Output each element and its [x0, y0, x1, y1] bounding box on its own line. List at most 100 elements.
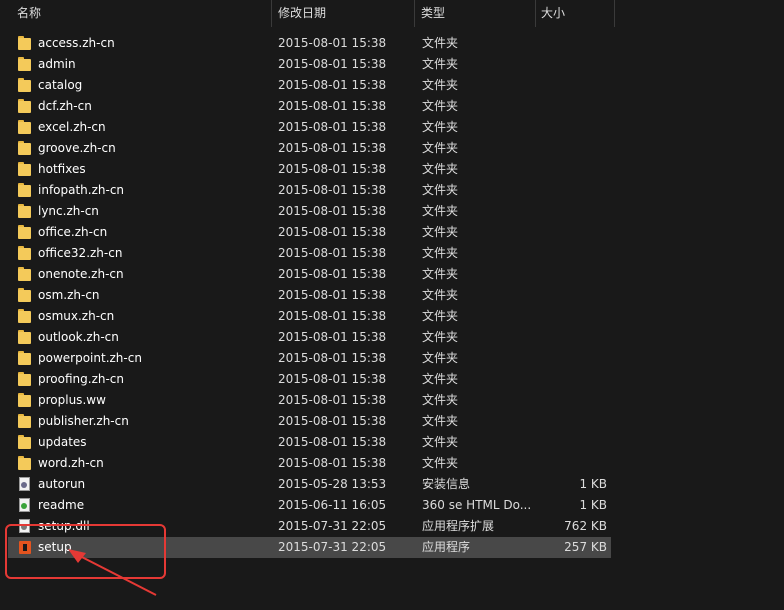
file-name: excel.zh-cn — [38, 120, 106, 134]
file-type: 文件夹 — [422, 120, 459, 134]
folder-row[interactable]: office.zh-cn 2015-08-01 15:38 文件夹 — [8, 222, 611, 243]
folder-icon — [18, 57, 32, 72]
file-size — [541, 180, 607, 201]
folder-row[interactable]: dcf.zh-cn 2015-08-01 15:38 文件夹 — [8, 96, 611, 117]
file-name: osmux.zh-cn — [38, 309, 115, 323]
file-size — [541, 222, 607, 243]
file-name: hotfixes — [38, 162, 86, 176]
folder-row[interactable]: onenote.zh-cn 2015-08-01 15:38 文件夹 — [8, 264, 611, 285]
file-modified-date: 2015-08-01 15:38 — [278, 414, 387, 428]
file-type: 文件夹 — [422, 372, 459, 386]
file-row[interactable]: readme 2015-06-11 16:05 360 se HTML Do... 1… — [8, 495, 611, 516]
file-name: powerpoint.zh-cn — [38, 351, 142, 365]
file-size — [541, 159, 607, 180]
folder-row[interactable]: powerpoint.zh-cn 2015-08-01 15:38 文件夹 — [8, 348, 611, 369]
file-size — [541, 264, 607, 285]
file-name: updates — [38, 435, 87, 449]
folder-row[interactable]: proplus.ww 2015-08-01 15:38 文件夹 — [8, 390, 611, 411]
folder-row[interactable]: publisher.zh-cn 2015-08-01 15:38 文件夹 — [8, 411, 611, 432]
file-modified-date: 2015-08-01 15:38 — [278, 330, 387, 344]
folder-row[interactable]: outlook.zh-cn 2015-08-01 15:38 文件夹 — [8, 327, 611, 348]
file-name: word.zh-cn — [38, 456, 104, 470]
file-name: outlook.zh-cn — [38, 330, 119, 344]
file-type: 文件夹 — [422, 246, 459, 260]
folder-icon — [18, 99, 32, 114]
file-modified-date: 2015-08-01 15:38 — [278, 141, 387, 155]
annotation-arrow-icon — [68, 549, 157, 596]
column-header-size[interactable]: 大小 — [541, 0, 565, 27]
column-divider[interactable] — [614, 0, 615, 27]
folder-icon — [18, 330, 32, 345]
folder-icon — [18, 414, 32, 429]
file-type: 文件夹 — [422, 204, 459, 218]
folder-icon — [18, 120, 32, 135]
file-type: 文件夹 — [422, 393, 459, 407]
folder-icon — [18, 309, 32, 324]
folder-row[interactable]: lync.zh-cn 2015-08-01 15:38 文件夹 — [8, 201, 611, 222]
folder-row[interactable]: catalog 2015-08-01 15:38 文件夹 — [8, 75, 611, 96]
file-modified-date: 2015-08-01 15:38 — [278, 456, 387, 470]
file-modified-date: 2015-07-31 22:05 — [278, 540, 387, 554]
folder-icon — [18, 183, 32, 198]
file-modified-date: 2015-08-01 15:38 — [278, 288, 387, 302]
setup-info-icon — [18, 477, 32, 492]
file-type: 文件夹 — [422, 351, 459, 365]
folder-row[interactable]: osmux.zh-cn 2015-08-01 15:38 文件夹 — [8, 306, 611, 327]
file-size — [541, 432, 607, 453]
folder-icon — [18, 288, 32, 303]
column-header-name[interactable]: 名称 — [17, 0, 41, 27]
file-modified-date: 2015-07-31 22:05 — [278, 519, 387, 533]
file-name: infopath.zh-cn — [38, 183, 125, 197]
file-name: admin — [38, 57, 76, 71]
file-type: 文件夹 — [422, 309, 459, 323]
folder-row[interactable]: excel.zh-cn 2015-08-01 15:38 文件夹 — [8, 117, 611, 138]
file-type: 文件夹 — [422, 99, 459, 113]
file-size — [541, 348, 607, 369]
file-size — [541, 327, 607, 348]
folder-row[interactable]: access.zh-cn 2015-08-01 15:38 文件夹 — [8, 33, 611, 54]
folder-row[interactable]: office32.zh-cn 2015-08-01 15:38 文件夹 — [8, 243, 611, 264]
file-size: 1 KB — [579, 477, 607, 491]
file-name: office.zh-cn — [38, 225, 108, 239]
folder-row[interactable]: admin 2015-08-01 15:38 文件夹 — [8, 54, 611, 75]
file-modified-date: 2015-08-01 15:38 — [278, 57, 387, 71]
file-modified-date: 2015-08-01 15:38 — [278, 225, 387, 239]
file-row[interactable]: autorun 2015-05-28 13:53 安装信息 1 KB — [8, 474, 611, 495]
file-type: 文件夹 — [422, 414, 459, 428]
file-size — [541, 390, 607, 411]
file-size — [541, 201, 607, 222]
file-name: autorun — [38, 477, 86, 491]
file-modified-date: 2015-08-01 15:38 — [278, 267, 387, 281]
folder-row[interactable]: groove.zh-cn 2015-08-01 15:38 文件夹 — [8, 138, 611, 159]
folder-row[interactable]: updates 2015-08-01 15:38 文件夹 — [8, 432, 611, 453]
file-type: 安装信息 — [422, 477, 471, 491]
folder-row[interactable]: proofing.zh-cn 2015-08-01 15:38 文件夹 — [8, 369, 611, 390]
folder-icon — [18, 351, 32, 366]
file-name: access.zh-cn — [38, 36, 115, 50]
file-type: 文件夹 — [422, 162, 459, 176]
file-name: office32.zh-cn — [38, 246, 123, 260]
column-header-bar: 名称 ^ 修改日期 类型 大小 — [0, 0, 784, 27]
folder-icon — [18, 267, 32, 282]
column-header-type[interactable]: 类型 — [421, 0, 445, 27]
folder-icon — [18, 456, 32, 471]
column-divider[interactable] — [414, 0, 415, 27]
file-size: 1 KB — [579, 498, 607, 512]
file-modified-date: 2015-06-11 16:05 — [278, 498, 387, 512]
file-size — [541, 33, 607, 54]
file-modified-date: 2015-05-28 13:53 — [278, 477, 387, 491]
column-header-date[interactable]: 修改日期 — [278, 0, 326, 27]
column-divider[interactable] — [535, 0, 536, 27]
file-name: publisher.zh-cn — [38, 414, 129, 428]
column-divider[interactable] — [271, 0, 272, 27]
folder-row[interactable]: hotfixes 2015-08-01 15:38 文件夹 — [8, 159, 611, 180]
file-type: 文件夹 — [422, 288, 459, 302]
file-size — [541, 411, 607, 432]
file-name: readme — [38, 498, 85, 512]
folder-icon — [18, 36, 32, 51]
file-modified-date: 2015-08-01 15:38 — [278, 99, 387, 113]
folder-row[interactable]: infopath.zh-cn 2015-08-01 15:38 文件夹 — [8, 180, 611, 201]
folder-row[interactable]: word.zh-cn 2015-08-01 15:38 文件夹 — [8, 453, 611, 474]
file-modified-date: 2015-08-01 15:38 — [278, 183, 387, 197]
folder-row[interactable]: osm.zh-cn 2015-08-01 15:38 文件夹 — [8, 285, 611, 306]
